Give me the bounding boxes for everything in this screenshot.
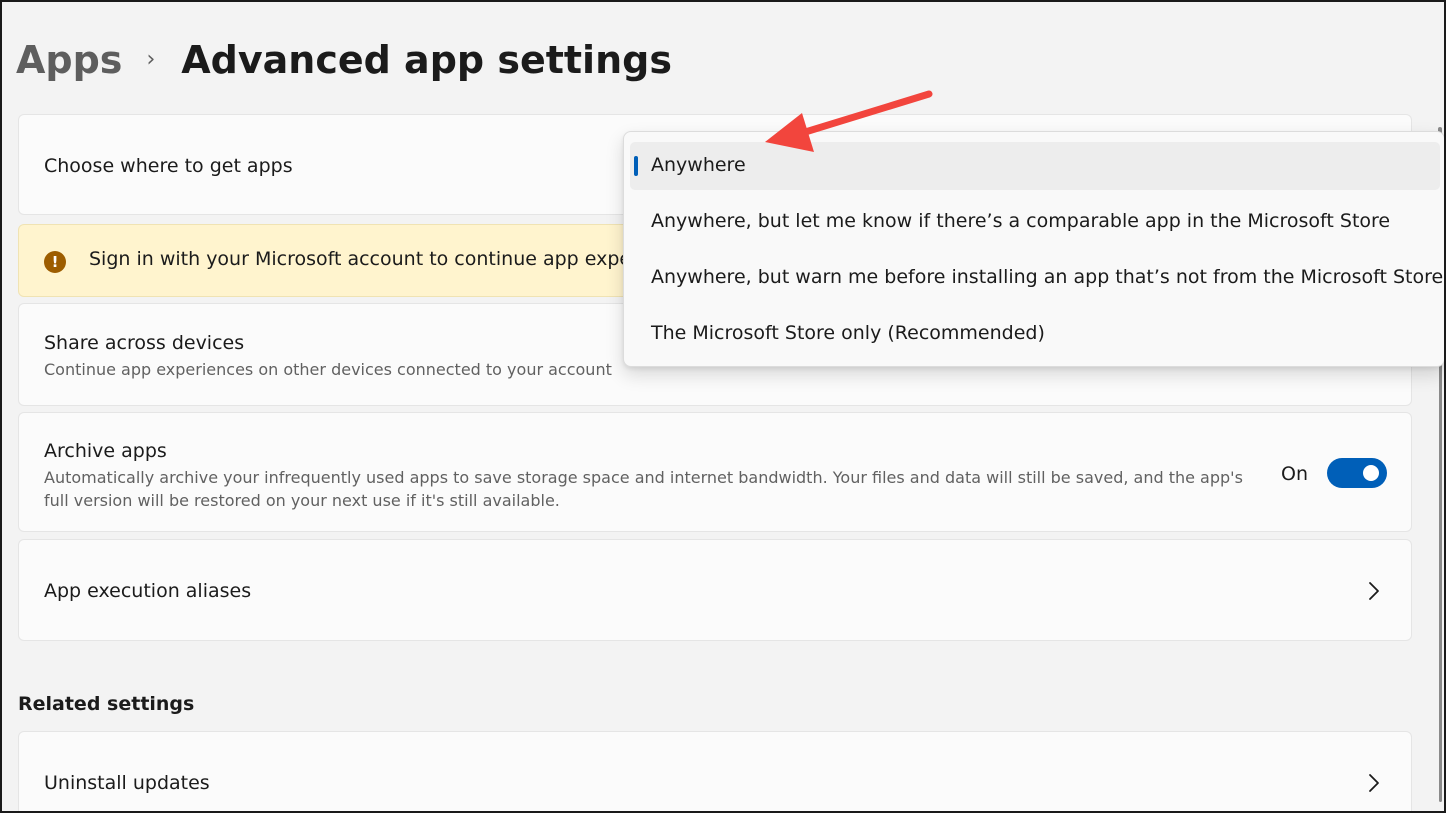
dropdown-option-anywhere-warn[interactable]: Anywhere, but warn me before installing … <box>630 254 1444 302</box>
uninstall-updates-row[interactable]: Uninstall updates <box>18 731 1412 811</box>
dropdown-option-label: The Microsoft Store only (Recommended) <box>651 322 1045 344</box>
scrollbar-thumb[interactable] <box>1439 362 1442 802</box>
app-execution-aliases-row[interactable]: App execution aliases <box>18 539 1412 641</box>
settings-window: Apps › Advanced app settings Choose wher… <box>0 0 1446 813</box>
choose-apps-title: Choose where to get apps <box>44 155 293 177</box>
archive-apps-row: Archive apps Automatically archive your … <box>18 412 1412 532</box>
archive-description-line-1: Automatically archive your infrequently … <box>44 468 1243 487</box>
page-title: Advanced app settings <box>181 38 672 82</box>
share-title: Share across devices <box>44 332 245 354</box>
dropdown-option-label: Anywhere, but warn me before installing … <box>651 266 1444 288</box>
toggle-knob <box>1363 465 1379 481</box>
archive-description-line-2: full version will be restored on your ne… <box>44 491 560 510</box>
exclamation-circle-icon: ! <box>44 251 66 273</box>
archive-toggle-label: On <box>1281 463 1308 485</box>
dropdown-option-store-only[interactable]: The Microsoft Store only (Recommended) <box>630 310 1440 358</box>
dropdown-option-anywhere-notify[interactable]: Anywhere, but let me know if there’s a c… <box>630 198 1440 246</box>
dropdown-option-anywhere[interactable]: Anywhere <box>630 142 1440 190</box>
selected-indicator <box>634 156 638 176</box>
dropdown-option-label: Anywhere, but let me know if there’s a c… <box>651 210 1391 232</box>
archive-title: Archive apps <box>44 440 167 462</box>
app-source-dropdown: Anywhere Anywhere, but let me know if th… <box>623 131 1444 367</box>
aliases-title: App execution aliases <box>44 580 252 602</box>
related-settings-header: Related settings <box>18 693 195 715</box>
archive-description: Automatically archive your infrequently … <box>44 466 1259 512</box>
signin-warning-text: Sign in with your Microsoft account to c… <box>89 248 639 270</box>
chevron-right-icon <box>1369 582 1379 600</box>
archive-toggle[interactable] <box>1327 458 1387 488</box>
breadcrumb-apps[interactable]: Apps <box>16 34 122 86</box>
breadcrumb-separator-icon: › <box>146 47 156 72</box>
breadcrumb: Apps › Advanced app settings <box>16 34 672 86</box>
share-description: Continue app experiences on other device… <box>44 360 612 379</box>
uninstall-title: Uninstall updates <box>44 772 210 794</box>
chevron-right-icon <box>1369 774 1379 792</box>
dropdown-option-label: Anywhere <box>651 154 746 176</box>
